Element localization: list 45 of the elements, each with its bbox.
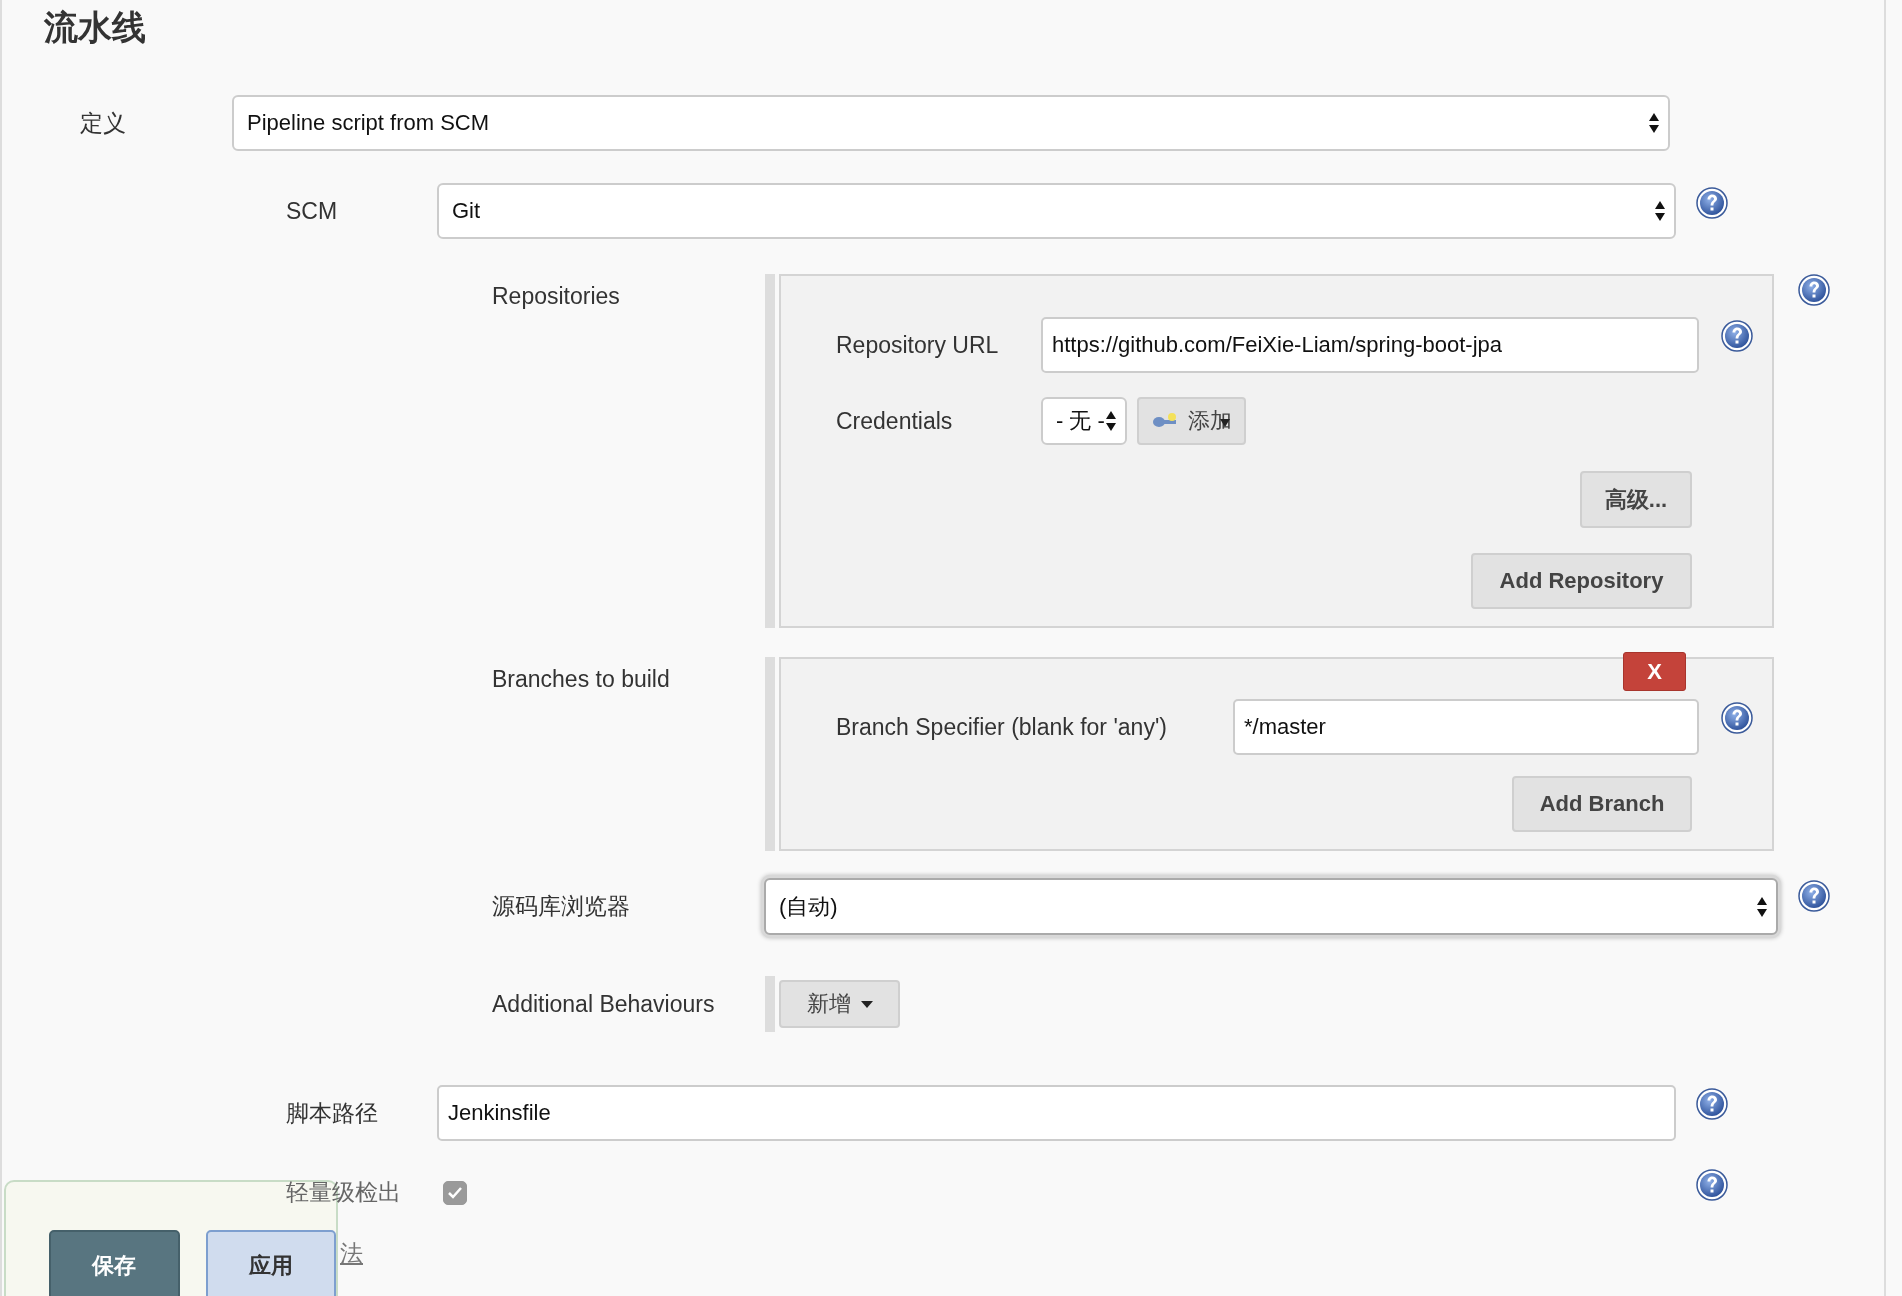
select-arrows-icon [1756, 895, 1768, 918]
advanced-button[interactable]: 高级... [1580, 471, 1692, 528]
caret-icon [860, 1000, 873, 1008]
add-credentials-button[interactable]: 添加 [1137, 397, 1246, 445]
help-icon[interactable] [1696, 1169, 1728, 1201]
field-label: Branch Specifier (blank for 'any') [836, 713, 1167, 741]
field-label: 源码库浏览器 [492, 892, 630, 921]
key-icon [1151, 412, 1178, 430]
field-label: Branches to build [492, 666, 670, 693]
repository-browser-select[interactable]: (自动) [764, 878, 1778, 935]
field-label: Credentials [836, 407, 953, 435]
caret-icon [1220, 419, 1230, 427]
select-arrows-icon [1105, 410, 1117, 432]
section-title: 流水线 [44, 7, 146, 48]
field-label: SCM [286, 197, 338, 225]
apply-button[interactable]: 应用 [205, 1230, 336, 1296]
field-label: 轻量级检出 [286, 1178, 401, 1207]
help-icon[interactable] [1696, 187, 1728, 219]
definition-select[interactable]: Pipeline script from SCM [232, 95, 1670, 151]
group-bar [765, 976, 775, 1032]
add-branch-button[interactable]: Add Branch [1512, 776, 1692, 832]
pipeline-syntax-link[interactable]: 法 [340, 1238, 363, 1269]
field-label: 脚本路径 [286, 1098, 378, 1128]
branch-specifier-field[interactable]: */master [1233, 699, 1699, 755]
repository-url-field[interactable]: https://github.com/FeiXie-Liam/spring-boot-jpa [1041, 317, 1699, 373]
field-label: 定义 [80, 108, 126, 138]
add-repository-button[interactable]: Add Repository [1471, 553, 1692, 609]
save-button[interactable]: 保存 [49, 1230, 180, 1296]
field-label: Additional Behaviours [492, 990, 715, 1018]
help-icon[interactable] [1721, 320, 1753, 352]
delete-button[interactable]: X [1623, 652, 1686, 691]
check-icon [447, 1185, 463, 1200]
help-icon[interactable] [1798, 880, 1830, 912]
help-icon[interactable] [1696, 1088, 1728, 1120]
field-label: Repositories [492, 283, 620, 310]
field-label: Repository URL [836, 331, 999, 359]
credentials-select[interactable]: - 无 - [1041, 397, 1127, 445]
select-arrows-icon [1648, 112, 1660, 134]
lightweight-checkout-checkbox[interactable] [443, 1180, 467, 1205]
help-icon[interactable] [1721, 702, 1753, 734]
scm-select[interactable]: Git [437, 183, 1676, 239]
add-behaviour-button[interactable]: 新增 [779, 980, 900, 1028]
script-path-field[interactable]: Jenkinsfile [437, 1085, 1676, 1141]
help-icon[interactable] [1798, 274, 1830, 306]
select-arrows-icon [1654, 200, 1666, 222]
